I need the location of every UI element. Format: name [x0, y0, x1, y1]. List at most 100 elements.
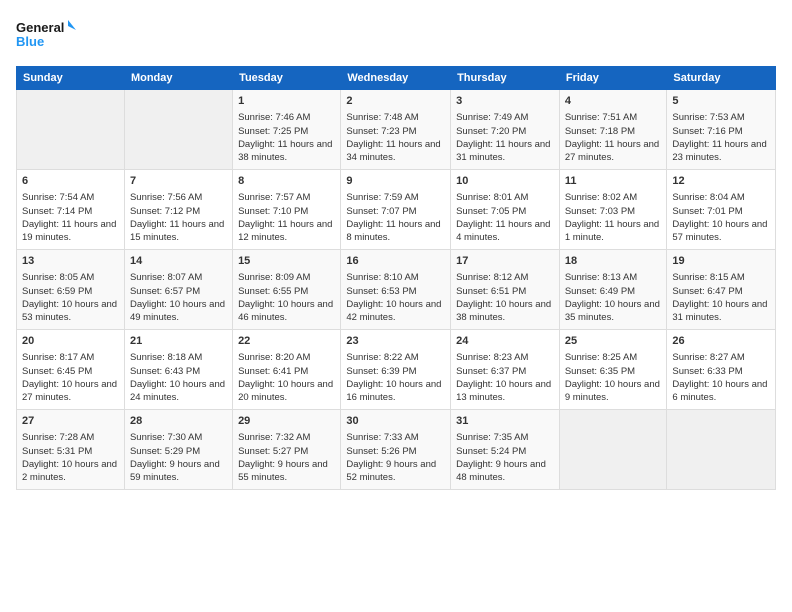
day-number: 21: [130, 334, 227, 349]
sunset-text: Sunset: 5:31 PM: [22, 446, 92, 457]
calendar-cell: 23Sunrise: 8:22 AMSunset: 6:39 PMDayligh…: [341, 330, 451, 410]
sunrise-text: Sunrise: 7:30 AM: [130, 432, 202, 443]
daylight-text: Daylight: 9 hours and 59 minutes.: [130, 459, 220, 483]
sunrise-text: Sunrise: 8:10 AM: [346, 272, 418, 283]
weekday-header-row: SundayMondayTuesdayWednesdayThursdayFrid…: [17, 67, 776, 90]
sunset-text: Sunset: 6:33 PM: [672, 366, 742, 377]
day-number: 23: [346, 334, 445, 349]
calendar-cell: 4Sunrise: 7:51 AMSunset: 7:18 PMDaylight…: [559, 90, 667, 170]
sunrise-text: Sunrise: 7:54 AM: [22, 192, 94, 203]
daylight-text: Daylight: 11 hours and 19 minutes.: [22, 219, 116, 243]
sunrise-text: Sunrise: 7:49 AM: [456, 112, 528, 123]
day-number: 16: [346, 254, 445, 269]
sunrise-text: Sunrise: 7:51 AM: [565, 112, 637, 123]
daylight-text: Daylight: 11 hours and 4 minutes.: [456, 219, 550, 243]
sunrise-text: Sunrise: 7:46 AM: [238, 112, 310, 123]
daylight-text: Daylight: 10 hours and 20 minutes.: [238, 379, 333, 403]
weekday-header-thursday: Thursday: [451, 67, 560, 90]
sunset-text: Sunset: 5:27 PM: [238, 446, 308, 457]
daylight-text: Daylight: 11 hours and 15 minutes.: [130, 219, 224, 243]
page-header: General Blue: [16, 16, 776, 56]
sunrise-text: Sunrise: 7:53 AM: [672, 112, 744, 123]
daylight-text: Daylight: 10 hours and 46 minutes.: [238, 299, 333, 323]
sunset-text: Sunset: 7:05 PM: [456, 206, 526, 217]
sunrise-text: Sunrise: 8:12 AM: [456, 272, 528, 283]
day-number: 15: [238, 254, 335, 269]
day-number: 14: [130, 254, 227, 269]
sunset-text: Sunset: 7:10 PM: [238, 206, 308, 217]
sunset-text: Sunset: 7:25 PM: [238, 126, 308, 137]
sunset-text: Sunset: 6:49 PM: [565, 286, 635, 297]
day-number: 31: [456, 414, 554, 429]
calendar-cell: 28 Sunrise: 7:30 AM Sunset: 5:29 PM Dayligh…: [124, 410, 232, 490]
calendar-cell: 30Sunrise: 7:33 AMSunset: 5:26 PMDayligh…: [341, 410, 451, 490]
calendar-cell: 25Sunrise: 8:25 AMSunset: 6:35 PMDayligh…: [559, 330, 667, 410]
day-number: 2: [346, 94, 445, 109]
calendar-cell: 15 Sunrise: 8:09 AM Sunset: 6:55 PM Dayligh…: [233, 250, 341, 330]
day-number: 26: [672, 334, 770, 349]
weekday-header-wednesday: Wednesday: [341, 67, 451, 90]
sunrise-text: Sunrise: 8:22 AM: [346, 352, 418, 363]
day-number: 13: [22, 254, 119, 269]
daylight-text: Daylight: 10 hours and 53 minutes.: [22, 299, 117, 323]
daylight-text: Daylight: 11 hours and 8 minutes.: [346, 219, 440, 243]
daylight-text: Daylight: 9 hours and 52 minutes.: [346, 459, 436, 483]
sunset-text: Sunset: 5:29 PM: [130, 446, 200, 457]
calendar-cell: 22Sunrise: 8:20 AMSunset: 6:41 PMDayligh…: [233, 330, 341, 410]
svg-text:Blue: Blue: [16, 34, 44, 49]
calendar-cell: 26Sunrise: 8:27 AMSunset: 6:33 PMDayligh…: [667, 330, 776, 410]
calendar-cell: 20Sunrise: 8:17 AMSunset: 6:45 PMDayligh…: [17, 330, 125, 410]
sunrise-text: Sunrise: 8:09 AM: [238, 272, 310, 283]
day-number: 18: [565, 254, 662, 269]
calendar-cell: 5Sunrise: 7:53 AMSunset: 7:16 PMDaylight…: [667, 90, 776, 170]
sunset-text: Sunset: 6:55 PM: [238, 286, 308, 297]
day-number: 9: [346, 174, 445, 189]
sunset-text: Sunset: 7:23 PM: [346, 126, 416, 137]
weekday-header-tuesday: Tuesday: [233, 67, 341, 90]
sunset-text: Sunset: 6:57 PM: [130, 286, 200, 297]
calendar-cell: [124, 90, 232, 170]
sunrise-text: Sunrise: 7:56 AM: [130, 192, 202, 203]
sunset-text: Sunset: 6:53 PM: [346, 286, 416, 297]
sunrise-text: Sunrise: 8:15 AM: [672, 272, 744, 283]
sunrise-text: Sunrise: 8:07 AM: [130, 272, 202, 283]
week-row-2: 6 Sunrise: 7:54 AM Sunset: 7:14 PM Daylight…: [17, 170, 776, 250]
week-row-5: 27Sunrise: 7:28 AMSunset: 5:31 PMDayligh…: [17, 410, 776, 490]
week-row-3: 13Sunrise: 8:05 AMSunset: 6:59 PMDayligh…: [17, 250, 776, 330]
daylight-text: Daylight: 10 hours and 42 minutes.: [346, 299, 441, 323]
calendar-cell: 27Sunrise: 7:28 AMSunset: 5:31 PMDayligh…: [17, 410, 125, 490]
calendar-cell: [17, 90, 125, 170]
calendar-cell: [559, 410, 667, 490]
sunrise-text: Sunrise: 8:23 AM: [456, 352, 528, 363]
sunset-text: Sunset: 7:01 PM: [672, 206, 742, 217]
sunrise-text: Sunrise: 7:28 AM: [22, 432, 94, 443]
calendar-cell: 31Sunrise: 7:35 AMSunset: 5:24 PMDayligh…: [451, 410, 560, 490]
calendar-cell: 2Sunrise: 7:48 AMSunset: 7:23 PMDaylight…: [341, 90, 451, 170]
day-number: 10: [456, 174, 554, 189]
sunrise-text: Sunrise: 8:04 AM: [672, 192, 744, 203]
daylight-text: Daylight: 10 hours and 16 minutes.: [346, 379, 441, 403]
sunset-text: Sunset: 6:59 PM: [22, 286, 92, 297]
daylight-text: Daylight: 10 hours and 57 minutes.: [672, 219, 767, 243]
daylight-text: Daylight: 9 hours and 55 minutes.: [238, 459, 328, 483]
calendar-table: SundayMondayTuesdayWednesdayThursdayFrid…: [16, 66, 776, 490]
calendar-cell: [667, 410, 776, 490]
sunset-text: Sunset: 7:18 PM: [565, 126, 635, 137]
daylight-text: Daylight: 11 hours and 38 minutes.: [238, 139, 332, 163]
day-number: 6: [22, 174, 119, 189]
sunrise-text: Sunrise: 7:33 AM: [346, 432, 418, 443]
calendar-cell: 11Sunrise: 8:02 AMSunset: 7:03 PMDayligh…: [559, 170, 667, 250]
day-number: 4: [565, 94, 662, 109]
day-number: 3: [456, 94, 554, 109]
sunset-text: Sunset: 7:14 PM: [22, 206, 92, 217]
calendar-cell: 18Sunrise: 8:13 AMSunset: 6:49 PMDayligh…: [559, 250, 667, 330]
day-number: 19: [672, 254, 770, 269]
sunrise-text: Sunrise: 8:18 AM: [130, 352, 202, 363]
sunset-text: Sunset: 5:26 PM: [346, 446, 416, 457]
sunset-text: Sunset: 7:03 PM: [565, 206, 635, 217]
day-number: 28: [130, 414, 227, 429]
weekday-header-sunday: Sunday: [17, 67, 125, 90]
calendar-cell: 17Sunrise: 8:12 AMSunset: 6:51 PMDayligh…: [451, 250, 560, 330]
daylight-text: Daylight: 10 hours and 9 minutes.: [565, 379, 660, 403]
sunrise-text: Sunrise: 7:32 AM: [238, 432, 310, 443]
